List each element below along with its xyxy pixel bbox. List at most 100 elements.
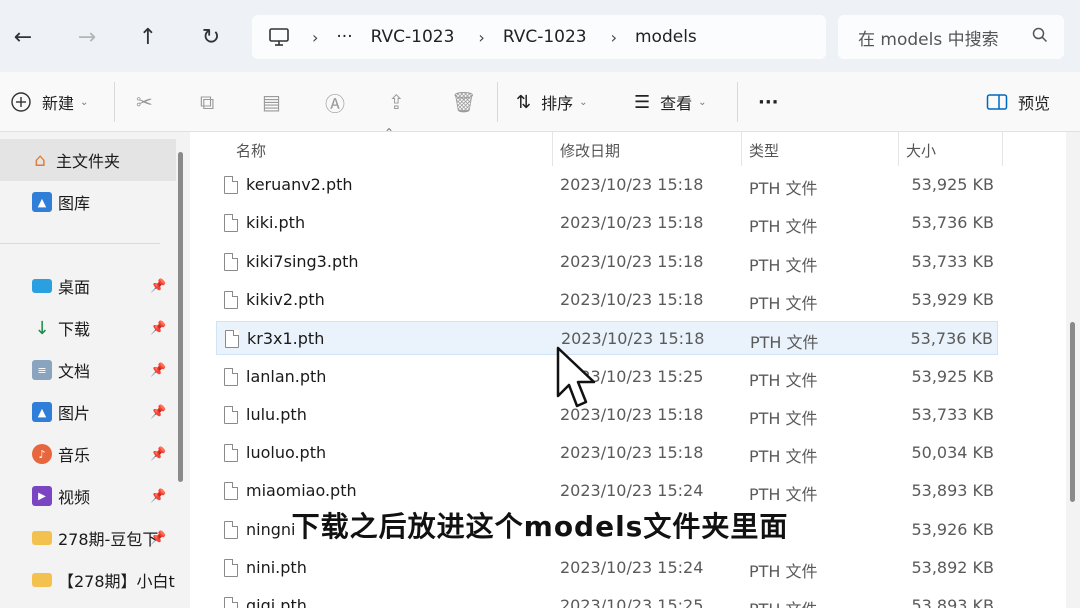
file-modified-date: 2023/10/23 15:24 xyxy=(560,558,704,577)
column-header-type[interactable]: 类型 xyxy=(749,140,779,161)
back-arrow-icon[interactable]: ← xyxy=(6,20,40,54)
table-row[interactable]: lanlan.pth 2023/10/23 15:25 PTH 文件 53,925 K… xyxy=(216,360,998,394)
pin-icon[interactable]: 📌 xyxy=(150,363,166,378)
table-row[interactable]: miaomiao.pth 2023/10/23 15:24 PTH 文件 53,893… xyxy=(216,474,998,508)
sort-arrows-icon: ⇅ xyxy=(516,91,532,113)
table-row[interactable]: lulu.pth 2023/10/23 15:18 PTH 文件 53,733 KB xyxy=(216,398,998,432)
file-modified-date: 2023/10/23 15:18 xyxy=(560,213,704,233)
breadcrumb-more[interactable]: ··· xyxy=(336,27,352,47)
clipboard-icon: ▤ xyxy=(262,90,281,114)
more-dots-icon: ··· xyxy=(758,91,779,113)
sidebar-item-label: 图片 xyxy=(58,404,91,423)
pin-icon[interactable]: 📌 xyxy=(150,321,166,336)
table-row[interactable]: kiki7sing3.pth 2023/10/23 15:18 PTH 文件 53,7… xyxy=(216,245,998,279)
file-name: kiki.pth xyxy=(246,213,306,233)
search-placeholder: 在 models 中搜索 xyxy=(858,29,999,50)
sort-button[interactable]: ⇅ 排序 ⌄ xyxy=(516,86,588,118)
file-size: 50,034 KB xyxy=(911,443,994,463)
sidebar-item-label: 主文件夹 xyxy=(56,152,121,171)
share-icon: ⇪ xyxy=(388,90,405,114)
sidebar-item-downloads[interactable]: ↓ 下载 📌 xyxy=(0,307,176,349)
sidebar-item-home[interactable]: ⌂ 主文件夹 xyxy=(0,139,176,181)
file-type: PTH 文件 xyxy=(749,370,818,390)
file-size: 53,733 KB xyxy=(911,404,994,424)
table-row[interactable]: kikiv2.pth 2023/10/23 15:18 PTH 文件 53,929 K… xyxy=(216,283,998,317)
rename-button[interactable]: Ⓐ xyxy=(325,86,345,118)
file-list-scrollbar[interactable] xyxy=(1070,322,1075,502)
column-header-size[interactable]: 大小 xyxy=(906,140,936,161)
pin-icon[interactable]: 📌 xyxy=(150,279,166,294)
table-row[interactable]: luoluo.pth 2023/10/23 15:18 PTH 文件 50,034 K… xyxy=(216,436,998,470)
file-name: keruanv2.pth xyxy=(246,175,353,194)
delete-button[interactable]: 🗑 xyxy=(451,86,476,118)
file-name: kiki7sing3.pth xyxy=(246,251,359,271)
sidebar-item-desktop[interactable]: 桌面 📌 xyxy=(0,265,176,307)
view-lines-icon: ☰ xyxy=(634,91,651,113)
share-button[interactable]: ⇪ xyxy=(388,86,405,118)
paste-button[interactable]: ▤ xyxy=(262,86,281,118)
file-size: 53,893 KB xyxy=(911,596,994,608)
preview-button[interactable]: 预览 xyxy=(986,86,1050,118)
column-header-modified[interactable]: 修改日期 xyxy=(560,140,620,161)
breadcrumb-item-current[interactable]: models xyxy=(635,27,697,47)
file-type: PTH 文件 xyxy=(749,408,818,428)
toolbar-divider xyxy=(114,82,115,122)
table-row[interactable]: nini.pth 2023/10/23 15:24 PTH 文件 53,892 KB xyxy=(216,551,998,585)
search-input[interactable]: 在 models 中搜索 xyxy=(838,15,1064,59)
file-icon xyxy=(224,252,238,271)
file-name: lulu.pth xyxy=(246,404,307,424)
breadcrumb-item[interactable]: RVC-1023 xyxy=(503,27,587,47)
file-type: PTH 文件 xyxy=(749,217,818,237)
sidebar-scrollbar[interactable] xyxy=(178,152,183,482)
file-modified-date: 2023/10/23 15:25 xyxy=(560,596,704,608)
column-divider[interactable] xyxy=(552,132,553,166)
sidebar-item-label: 文档 xyxy=(58,362,91,381)
column-divider[interactable] xyxy=(741,132,742,166)
up-arrow-icon[interactable]: ↑ xyxy=(131,20,165,54)
refresh-icon[interactable]: ↻ xyxy=(194,20,228,54)
address-bar[interactable]: › ··· RVC-1023 › RVC-1023 › models xyxy=(252,15,826,59)
sidebar-item-gallery[interactable]: ▲ 图库 xyxy=(0,181,176,223)
table-row[interactable]: qiqi.pth 2023/10/23 15:25 PTH 文件 53,893 KB xyxy=(216,589,998,608)
sidebar-item-label: 音乐 xyxy=(58,446,91,465)
pin-icon[interactable]: 📌 xyxy=(150,447,166,462)
sidebar-item-music[interactable]: ♪ 音乐 📌 xyxy=(0,433,176,475)
forward-arrow-icon[interactable]: → xyxy=(70,20,104,54)
column-divider[interactable] xyxy=(898,132,899,166)
file-size: 53,925 KB xyxy=(911,175,994,194)
pin-icon[interactable]: 📌 xyxy=(150,489,166,504)
sidebar-item-pictures[interactable]: ▲ 图片 📌 xyxy=(0,391,176,433)
sidebar-item-documents[interactable]: ≡ 文档 📌 xyxy=(0,349,176,391)
table-row[interactable]: kiki.pth 2023/10/23 15:18 PTH 文件 53,736 KB xyxy=(216,206,998,240)
sidebar-item-label: 【278期】小白t xyxy=(58,572,175,591)
rename-icon: Ⓐ xyxy=(325,91,345,116)
copy-button[interactable]: ⧉ xyxy=(200,86,214,118)
file-modified-date: 2023/10/23 15:18 xyxy=(560,175,704,194)
scissors-icon: ✂ xyxy=(136,90,153,114)
file-size: 53,733 KB xyxy=(911,251,994,271)
file-icon xyxy=(224,597,238,608)
table-row[interactable]: kr3x1.pth 2023/10/23 15:18 PTH 文件 53,736 KB xyxy=(216,321,998,356)
document-icon: ≡ xyxy=(32,360,52,380)
file-icon xyxy=(224,214,238,233)
more-options-button[interactable]: ··· xyxy=(758,86,779,118)
file-name: kr3x1.pth xyxy=(247,329,325,349)
file-size: 53,893 KB xyxy=(911,481,994,501)
pin-icon[interactable]: 📌 xyxy=(150,405,166,420)
file-type: PTH 文件 xyxy=(749,293,818,313)
column-header-name[interactable]: 名称 xyxy=(236,140,266,161)
cut-button[interactable]: ✂ xyxy=(136,86,153,118)
file-type: PTH 文件 xyxy=(749,596,818,608)
file-name: miaomiao.pth xyxy=(246,481,357,501)
column-divider[interactable] xyxy=(1002,132,1003,166)
file-icon xyxy=(224,444,238,463)
view-button[interactable]: ☰ 查看 ⌄ xyxy=(634,86,707,118)
breadcrumb-item[interactable]: RVC-1023 xyxy=(371,27,455,47)
gallery-icon: ▲ xyxy=(32,192,52,212)
file-name: qiqi.pth xyxy=(246,596,307,608)
new-button[interactable]: 新建 ⌄ xyxy=(10,86,88,118)
video-icon: ▶ xyxy=(32,486,52,506)
file-name: kikiv2.pth xyxy=(246,289,325,309)
sidebar-item-folder[interactable]: 【278期】小白t xyxy=(0,559,176,601)
table-row[interactable]: keruanv2.pth 2023/10/23 15:18 PTH 文件 53,925… xyxy=(216,168,998,202)
